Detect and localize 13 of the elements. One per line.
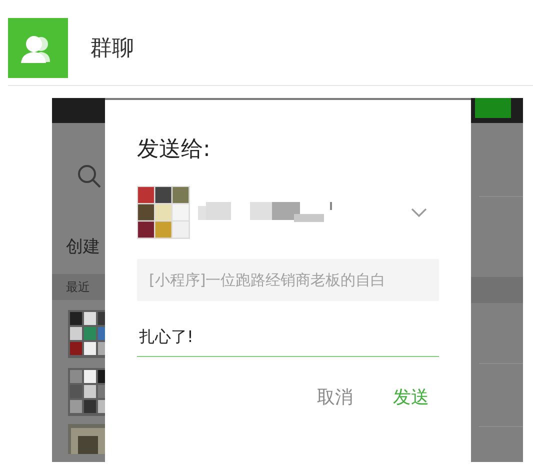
chevron-down-icon[interactable] — [411, 208, 427, 218]
message-preview: [小程序]一位跑路经销商老板的自白 — [137, 259, 439, 301]
group-chat-icon — [8, 18, 68, 78]
section-band — [471, 277, 523, 303]
message-field[interactable]: 扎心了! — [137, 319, 439, 357]
cancel-button[interactable]: 取消 — [317, 385, 353, 409]
create-label: 创建 — [66, 236, 101, 258]
dialog-title: 发送给: — [137, 136, 212, 164]
top-bar — [52, 98, 105, 123]
section-label: 最近 — [66, 278, 90, 296]
send-button[interactable]: 发送 — [393, 385, 429, 409]
header-title: 群聊 — [90, 35, 134, 63]
search-icon — [76, 163, 102, 189]
